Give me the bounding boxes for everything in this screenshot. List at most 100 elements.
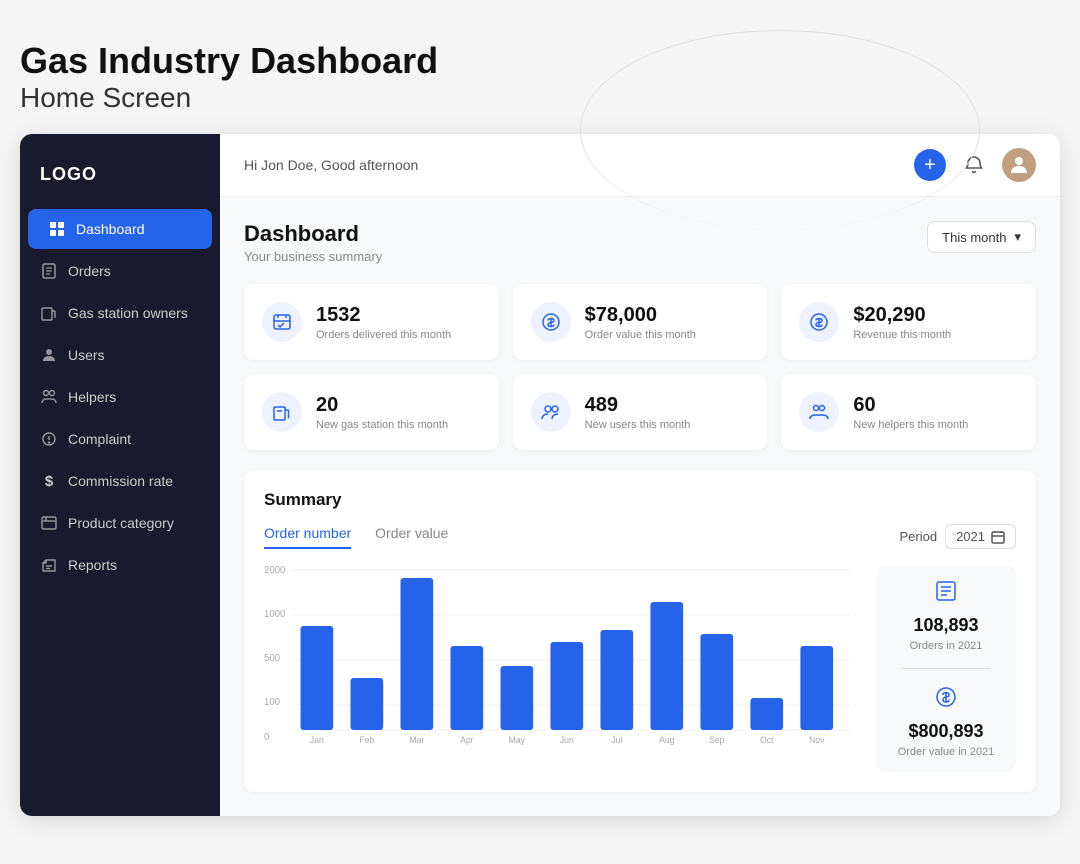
stat-info: $20,290 Revenue this month [853,304,951,341]
sidebar-logo: LOGO [20,154,220,209]
year-value: 2021 [956,529,985,544]
sidebar-item-dashboard[interactable]: Dashboard [28,209,212,249]
orders-icon [40,262,58,280]
sidebar-label-gas-station-owners: Gas station owners [68,305,188,321]
stat-value: 489 [585,394,691,417]
chart-side-order-value: $800,893 Order value in 2021 [890,685,1002,758]
chart-side-orders: 108,893 Orders in 2021 [890,579,1002,652]
sidebar-label-users: Users [68,347,105,363]
stat-value: 1532 [316,304,451,327]
tab-order-number[interactable]: Order number [264,525,351,549]
stat-info: $78,000 Order value this month [585,304,696,341]
svg-text:Jan: Jan [310,735,324,745]
stat-label: New users this month [585,419,691,431]
dashboard-icon [48,220,66,238]
sidebar-label-complaint: Complaint [68,431,131,447]
sidebar-label-product-category: Product category [68,515,174,531]
period-select[interactable]: This month ▾ [927,221,1036,253]
chart-area: 2000 1000 500 100 0 [264,565,1016,772]
stat-card-new-gas-stations: 20 New gas station this month [244,374,499,450]
svg-text:Aug: Aug [659,735,674,745]
complaint-icon [40,430,58,448]
period-year[interactable]: 2021 [945,524,1016,549]
notification-button[interactable] [958,149,990,181]
svg-text:Apr: Apr [460,735,474,745]
sidebar-nav: Dashboard Orders [20,209,220,585]
chart-main: 2000 1000 500 100 0 [264,565,860,772]
period-area: Period 2021 [900,524,1017,549]
stat-card-orders-delivered: 1532 Orders delivered this month [244,284,499,360]
stat-card-new-helpers: 60 New helpers this month [781,374,1036,450]
sidebar-item-gas-station-owners[interactable]: Gas station owners [20,293,220,333]
svg-text:500: 500 [264,653,281,664]
stat-label: New helpers this month [853,419,968,431]
summary-tabs: Order number Order value Period 2021 [264,524,1016,549]
chart-side-value-icon [934,685,958,715]
gas-station-owners-icon [40,304,58,322]
stat-cards: 1532 Orders delivered this month $78,000… [244,284,1036,450]
page-title: Gas Industry Dashboard [20,40,1060,82]
svg-text:Sep: Sep [709,735,724,745]
stat-card-order-value: $78,000 Order value this month [513,284,768,360]
app-container: LOGO Dashboard [20,134,1060,816]
chart-side-orders-icon [934,579,958,609]
svg-text:0: 0 [264,732,270,743]
chart-side-stats: 108,893 Orders in 2021 $800,8 [876,565,1016,772]
stat-card-new-users: 489 New users this month [513,374,768,450]
svg-text:May: May [509,735,526,745]
sidebar-label-commission-rate: Commission rate [68,473,173,489]
revenue-icon [799,302,839,342]
users-icon [40,346,58,364]
sidebar-item-product-category[interactable]: Product category [20,503,220,543]
tab-order-value[interactable]: Order value [375,525,448,549]
bar-chart: 2000 1000 500 100 0 [264,565,860,745]
sidebar-item-commission-rate[interactable]: $ Commission rate [20,461,220,501]
svg-text:Mar: Mar [409,735,424,745]
stat-value: $20,290 [853,304,951,327]
add-button[interactable]: + [914,149,946,181]
gas-station-icon [262,392,302,432]
svg-text:2000: 2000 [264,565,286,576]
sidebar-item-complaint[interactable]: Complaint [20,419,220,459]
page-subtitle: Home Screen [20,82,1060,114]
sidebar: LOGO Dashboard [20,134,220,816]
stat-label: New gas station this month [316,419,448,431]
stat-value: 60 [853,394,968,417]
topbar: Hi Jon Doe, Good afternoon + [220,134,1060,197]
sidebar-item-users[interactable]: Users [20,335,220,375]
svg-text:Feb: Feb [359,735,374,745]
dashboard-content: Dashboard Your business summary This mon… [220,197,1060,816]
dashboard-title-area: Dashboard Your business summary [244,221,382,264]
dashboard-header: Dashboard Your business summary This mon… [244,221,1036,264]
sidebar-item-orders[interactable]: Orders [20,251,220,291]
user-avatar[interactable] [1002,148,1036,182]
stat-info: 20 New gas station this month [316,394,448,431]
order-value-2021-value: $800,893 [908,721,983,742]
period-text: Period [900,529,938,544]
orders-2021-value: 108,893 [913,615,978,636]
period-label: This month [942,230,1006,245]
commission-rate-icon: $ [40,472,58,490]
stat-card-revenue: $20,290 Revenue this month [781,284,1036,360]
sidebar-label-helpers: Helpers [68,389,116,405]
order-value-icon [531,302,571,342]
svg-text:Jul: Jul [611,735,622,745]
chart-side-divider [901,668,991,669]
sidebar-item-reports[interactable]: Reports [20,545,220,585]
new-users-icon [531,392,571,432]
period-chevron-icon: ▾ [1014,229,1021,245]
product-category-icon [40,514,58,532]
order-value-2021-label: Order value in 2021 [898,746,995,758]
sidebar-item-helpers[interactable]: Helpers [20,377,220,417]
summary-section: Summary Order number Order value Period … [244,470,1036,792]
svg-text:Oct: Oct [760,735,774,745]
sidebar-label-reports: Reports [68,557,117,573]
tab-buttons: Order number Order value [264,525,448,549]
helpers-icon [40,388,58,406]
svg-text:100: 100 [264,697,281,708]
stat-label: Order value this month [585,329,696,341]
dashboard-title: Dashboard [244,221,382,247]
stat-value: $78,000 [585,304,696,327]
reports-icon [40,556,58,574]
svg-text:Nov: Nov [809,735,825,745]
